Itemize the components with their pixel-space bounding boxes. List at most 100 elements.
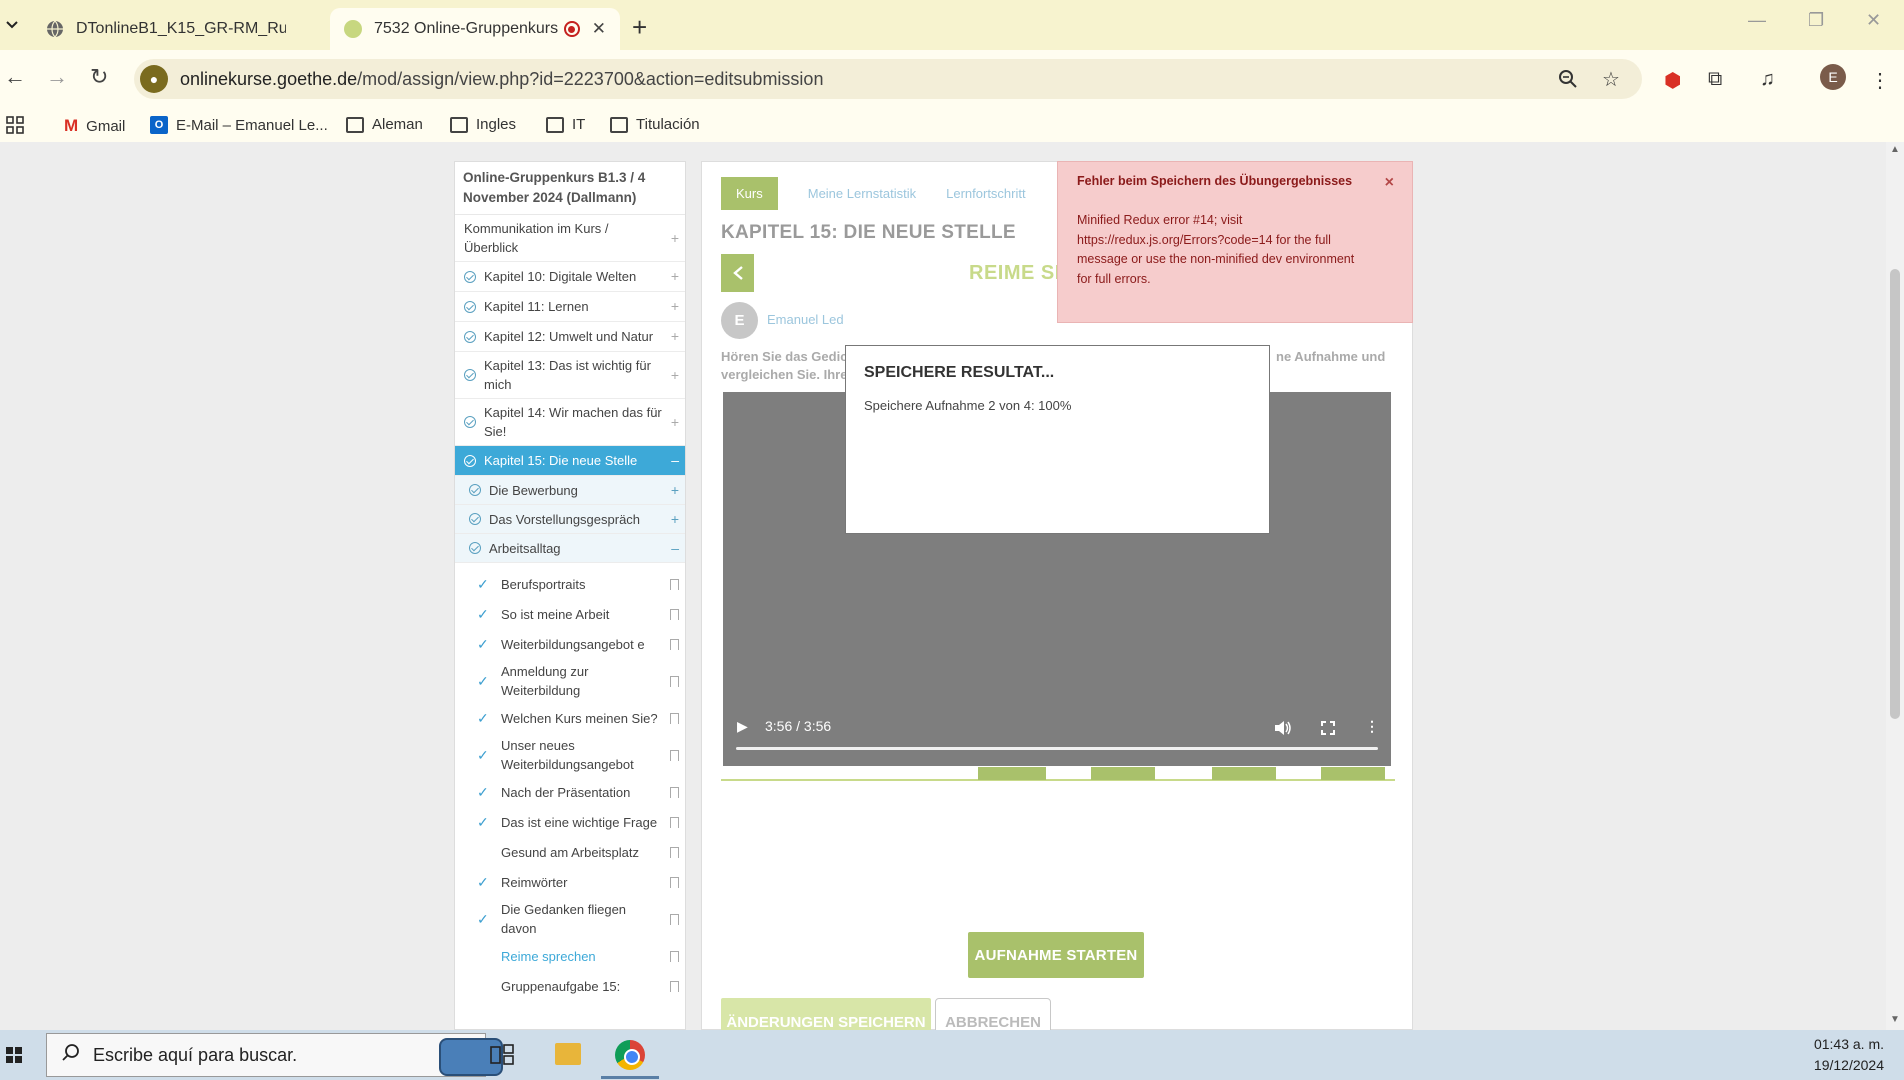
- expand-plus-icon[interactable]: +: [671, 481, 679, 500]
- back-icon[interactable]: ←: [4, 64, 26, 90]
- video-progress-bar[interactable]: [736, 747, 1378, 750]
- adblock-extension-icon[interactable]: ⬢: [1664, 68, 1681, 93]
- sidebar-chapter-13[interactable]: Kapitel 13: Das ist wichtig für mich +: [455, 352, 685, 399]
- cancel-button[interactable]: ABBRECHEN: [935, 998, 1051, 1030]
- user-name[interactable]: Emanuel Led: [767, 312, 844, 327]
- sidebar-exercise-item[interactable]: ✓ Unser neues Weiterbildungsangebot: [455, 733, 685, 777]
- sidebar-exercise-item[interactable]: ✓ Berufsportraits: [455, 569, 685, 599]
- sidebar-exercise-item[interactable]: ✓ Anmeldung zur Weiterbildung: [455, 659, 685, 703]
- volume-icon[interactable]: [1274, 720, 1292, 736]
- bookmark-icon[interactable]: [670, 608, 679, 620]
- address-bar[interactable]: ● onlinekurse.goethe.de/mod/assign/view.…: [134, 59, 1642, 99]
- taskbar-search-box[interactable]: Escribe aquí para buscar.: [46, 1033, 503, 1077]
- bookmark-icon[interactable]: [670, 980, 679, 992]
- bookmark-icon[interactable]: [670, 638, 679, 650]
- expand-plus-icon[interactable]: +: [671, 267, 679, 286]
- page-scrollbar[interactable]: ▲ ▼: [1886, 142, 1904, 1030]
- sidebar-exercise-item[interactable]: ✓ Reimwörter: [455, 867, 685, 897]
- expand-plus-icon[interactable]: +: [671, 366, 679, 385]
- file-explorer-icon[interactable]: [555, 1043, 581, 1065]
- sidebar-chapter-10[interactable]: Kapitel 10: Digitale Welten +: [455, 262, 685, 292]
- recording-segment[interactable]: [1321, 767, 1385, 780]
- profile-avatar[interactable]: E: [1820, 64, 1846, 90]
- sidebar-exercise-item[interactable]: ✓ Nach der Präsentation: [455, 777, 685, 807]
- sidebar-exercise-item[interactable]: Gruppenaufgabe 15:: [455, 971, 685, 1001]
- sidebar-chapter-14[interactable]: Kapitel 14: Wir machen das für Sie! +: [455, 399, 685, 446]
- video-options-kebab-icon[interactable]: ⋮: [1365, 718, 1379, 735]
- bookmark-folder-aleman[interactable]: Aleman: [346, 116, 423, 133]
- expand-plus-icon[interactable]: +: [671, 327, 679, 346]
- bookmark-icon[interactable]: [670, 950, 679, 962]
- bookmark-icon[interactable]: [670, 846, 679, 858]
- zoom-icon[interactable]: [1558, 69, 1578, 89]
- forward-icon[interactable]: →: [46, 64, 68, 90]
- start-recording-button[interactable]: AUFNAHME STARTEN: [968, 932, 1144, 978]
- collapse-minus-icon[interactable]: –: [671, 539, 679, 558]
- microphone-icon[interactable]: ●: [140, 65, 168, 93]
- bookmark-folder-ingles[interactable]: Ingles: [450, 116, 516, 133]
- sidebar-exercise-item[interactable]: ✓ Die Gedanken fliegen davon: [455, 897, 685, 941]
- bookmark-outlook[interactable]: O E-Mail – Emanuel Le...: [150, 116, 328, 134]
- bookmark-folder-titulacion[interactable]: Titulación: [610, 116, 700, 133]
- bookmark-icon[interactable]: [670, 816, 679, 828]
- expand-plus-icon[interactable]: +: [671, 229, 679, 248]
- sidebar-exercise-item[interactable]: ✓ Welchen Kurs meinen Sie?: [455, 703, 685, 733]
- media-control-icon[interactable]: ♫: [1760, 68, 1775, 91]
- sidebar-chapter-11[interactable]: Kapitel 11: Lernen +: [455, 292, 685, 322]
- menu-kebab-icon[interactable]: ⋮: [1870, 68, 1890, 93]
- sidebar-section-bewerbung[interactable]: Die Bewerbung +: [455, 476, 685, 505]
- system-clock[interactable]: 01:43 a. m. 19/12/2024: [1814, 1034, 1884, 1076]
- tab-lernfortschritt[interactable]: Lernfortschritt: [946, 186, 1025, 201]
- close-tab-icon[interactable]: ✕: [592, 19, 606, 39]
- new-tab-button[interactable]: +: [632, 12, 647, 43]
- bookmark-icon[interactable]: [670, 876, 679, 888]
- apps-grid-icon[interactable]: [6, 116, 24, 134]
- bookmark-icon[interactable]: [670, 913, 679, 925]
- collapse-minus-icon[interactable]: –: [671, 451, 679, 470]
- previous-exercise-button[interactable]: [721, 254, 754, 292]
- close-icon[interactable]: ×: [1385, 173, 1394, 193]
- browser-tab-1[interactable]: DTonlineB1_K15_GR-RM_Rueckmeldung: [32, 8, 324, 50]
- sidebar-exercise-item[interactable]: ✓ Das ist eine wichtige Frage: [455, 807, 685, 837]
- sidebar-section-vorstellungsgespraech[interactable]: Das Vorstellungsgespräch +: [455, 505, 685, 534]
- url-text[interactable]: onlinekurse.goethe.de/mod/assign/view.ph…: [180, 69, 823, 90]
- browser-tab-2-active[interactable]: 7532 Online-Gruppenkurs B1.3 / 4 ✕: [330, 8, 620, 50]
- course-title[interactable]: Online-Gruppenkurs B1.3 / 4 November 202…: [455, 162, 685, 215]
- expand-plus-icon[interactable]: +: [671, 413, 679, 432]
- sidebar-exercise-item[interactable]: Reime sprechen: [455, 941, 685, 971]
- bookmark-icon[interactable]: [670, 578, 679, 590]
- recording-segment[interactable]: [1091, 767, 1155, 780]
- task-view-icon[interactable]: [490, 1044, 514, 1066]
- bookmark-icon[interactable]: [670, 749, 679, 761]
- minimize-icon[interactable]: —: [1748, 10, 1766, 31]
- save-changes-button[interactable]: ÄNDERUNGEN SPEICHERN: [721, 998, 931, 1030]
- sidebar-exercise-item[interactable]: ✓ Weiterbildungsangebot e: [455, 629, 685, 659]
- sidebar-exercise-item[interactable]: Gesund am Arbeitsplatz: [455, 837, 685, 867]
- scrollbar-thumb[interactable]: [1890, 269, 1900, 719]
- scroll-down-icon[interactable]: ▼: [1890, 1014, 1900, 1025]
- windows-start-icon[interactable]: [6, 1047, 22, 1063]
- scroll-up-icon[interactable]: ▲: [1890, 144, 1900, 155]
- bookmark-icon[interactable]: [670, 675, 679, 687]
- sidebar-chapter-12[interactable]: Kapitel 12: Umwelt und Natur +: [455, 322, 685, 352]
- bookmark-gmail[interactable]: M Gmail: [64, 116, 125, 136]
- sidebar-section-arbeitsalltag[interactable]: Arbeitsalltag –: [455, 534, 685, 563]
- expand-plus-icon[interactable]: +: [671, 297, 679, 316]
- chrome-icon[interactable]: [615, 1040, 645, 1070]
- sidebar-item-overview[interactable]: Kommunikation im Kurs / Überblick +: [455, 215, 685, 262]
- sidebar-chapter-15-active[interactable]: Kapitel 15: Die neue Stelle –: [455, 446, 685, 476]
- bookmark-star-icon[interactable]: ☆: [1602, 67, 1620, 92]
- sidebar-exercise-item[interactable]: ✓ So ist meine Arbeit: [455, 599, 685, 629]
- tab-lernstatistik[interactable]: Meine Lernstatistik: [808, 186, 916, 201]
- recording-segment[interactable]: [1212, 767, 1276, 780]
- tab-search-chevron-icon[interactable]: [0, 12, 24, 38]
- tab-kurs[interactable]: Kurs: [721, 177, 778, 210]
- bookmark-icon[interactable]: [670, 712, 679, 724]
- play-icon[interactable]: ▶: [737, 718, 748, 735]
- extensions-puzzle-icon[interactable]: ⧉: [1708, 68, 1722, 91]
- expand-plus-icon[interactable]: +: [671, 510, 679, 529]
- restore-icon[interactable]: ❐: [1808, 10, 1824, 31]
- recording-segment[interactable]: [978, 767, 1046, 780]
- fullscreen-icon[interactable]: [1321, 721, 1335, 735]
- bookmark-folder-it[interactable]: IT: [546, 116, 585, 133]
